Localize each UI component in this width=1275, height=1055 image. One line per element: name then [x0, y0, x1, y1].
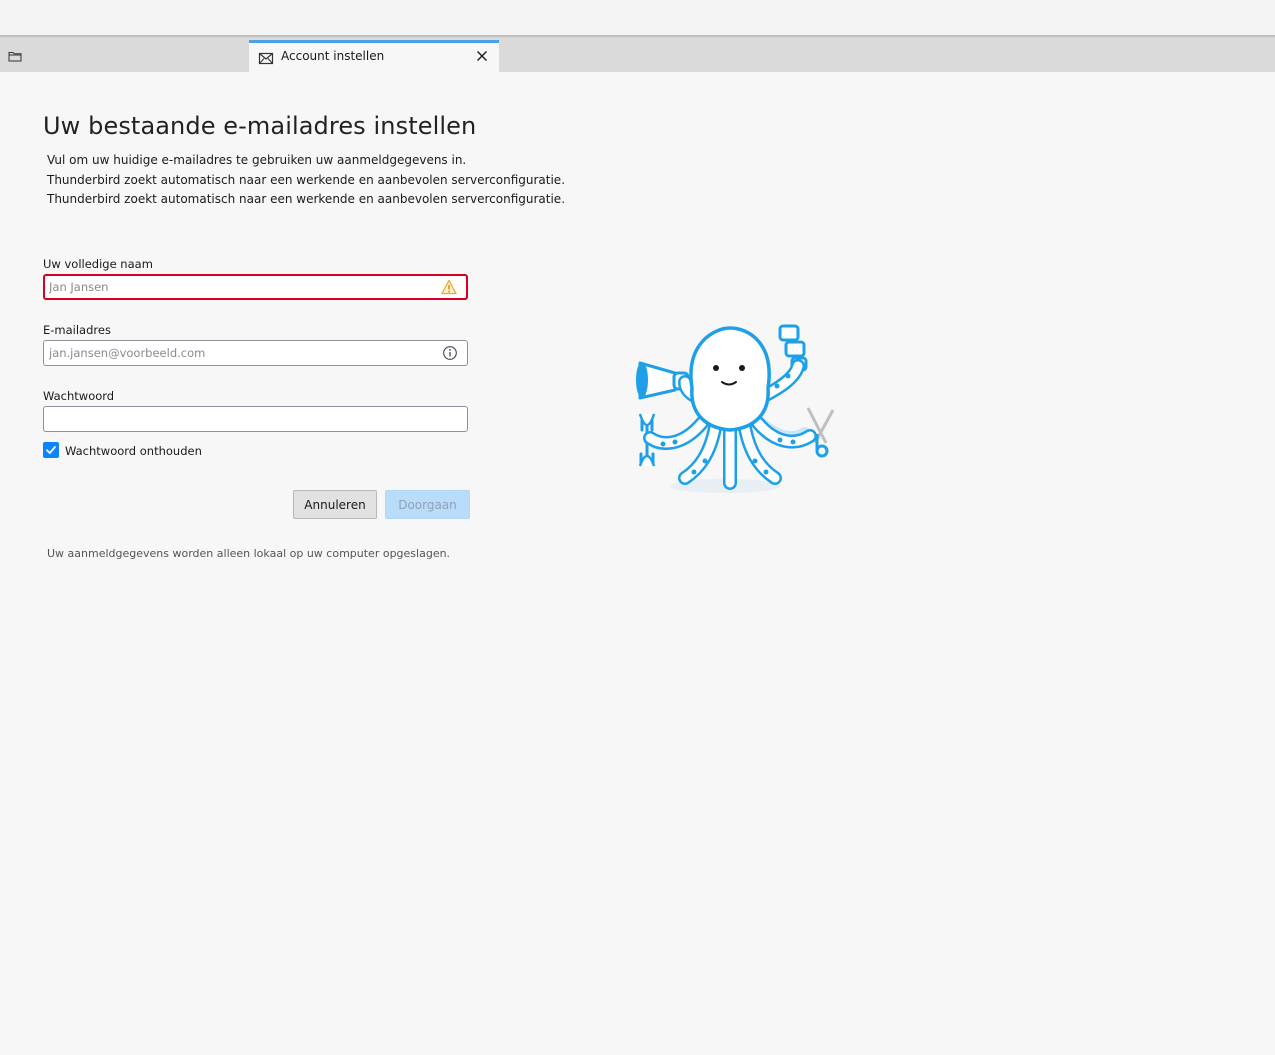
tab-label: Account instellen [281, 49, 385, 63]
description-line-3: Thunderbird zoekt automatisch naar een w… [47, 192, 566, 206]
close-icon[interactable] [475, 48, 489, 62]
octopus-illustration [630, 318, 840, 498]
info-icon[interactable] [442, 345, 458, 361]
cancel-button[interactable]: Annuleren [293, 490, 377, 519]
password-input[interactable] [44, 407, 467, 431]
continue-button[interactable]: Doorgaan [385, 490, 470, 519]
remember-password-label[interactable]: Wachtwoord onthouden [65, 444, 202, 458]
title-bar [0, 0, 1275, 35]
description-line-2: Thunderbird zoekt automatisch naar een w… [47, 173, 566, 187]
page-title: Uw bestaande e-mailadres instellen [43, 112, 477, 140]
mail-icon [258, 50, 274, 65]
email-field[interactable] [43, 340, 468, 366]
privacy-footnote: Uw aanmeldgegevens worden alleen lokaal … [47, 547, 451, 560]
tab-strip [0, 38, 1275, 72]
name-label: Uw volledige naam [43, 257, 153, 271]
name-input[interactable] [45, 276, 466, 298]
tab-account-setup[interactable]: Account instellen [249, 40, 499, 72]
remember-password-checkbox[interactable] [43, 442, 59, 458]
email-input[interactable] [44, 341, 467, 365]
password-field[interactable] [43, 406, 468, 432]
folder-icon[interactable] [6, 49, 24, 63]
checkmark-icon [46, 446, 56, 454]
name-field[interactable] [43, 274, 468, 300]
email-label: E-mailadres [43, 323, 111, 337]
warning-icon [441, 279, 457, 295]
password-label: Wachtwoord [43, 389, 115, 403]
description-line-1: Vul om uw huidige e-mailadres te gebruik… [47, 153, 467, 167]
